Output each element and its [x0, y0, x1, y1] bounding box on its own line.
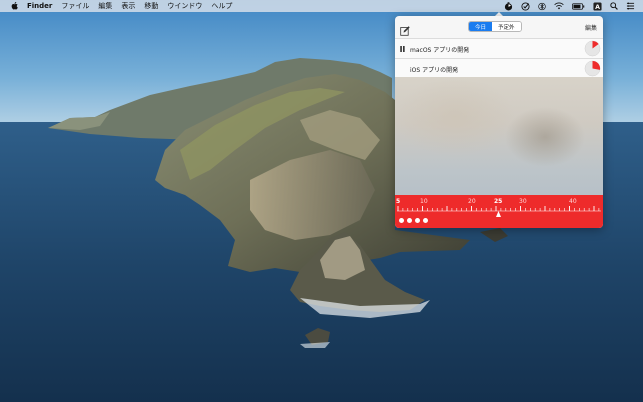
- menu-go[interactable]: 移動: [144, 1, 158, 11]
- blurred-background-area: [395, 77, 603, 195]
- segment-unscheduled[interactable]: 予定外: [492, 22, 521, 31]
- task-label: iOS アプリの開発: [410, 67, 459, 74]
- timer-app-icon[interactable]: [504, 1, 513, 11]
- session-dot: [423, 218, 428, 223]
- timeline-label: 40: [569, 198, 577, 205]
- edit-button[interactable]: 編集: [585, 23, 597, 32]
- day-segmented-control: 今日 予定外: [468, 21, 522, 32]
- timeline-label: 20: [468, 198, 476, 205]
- task-progress-pie-icon: [584, 40, 601, 59]
- timeline-label: 10: [420, 198, 428, 205]
- checkmark-circle-icon[interactable]: [521, 1, 530, 11]
- battery-icon[interactable]: [572, 2, 585, 10]
- apple-menu-icon[interactable]: [11, 2, 19, 10]
- input-source-letter: A: [595, 3, 600, 10]
- session-dot: [407, 218, 412, 223]
- menu-bar-status-area: A: [504, 0, 643, 12]
- session-dot: [399, 218, 404, 223]
- input-source-icon[interactable]: A: [593, 1, 602, 11]
- timeline-label: 30: [519, 198, 527, 205]
- menu-edit[interactable]: 編集: [98, 1, 112, 11]
- timeline-current-label: 25: [494, 198, 503, 205]
- control-center-icon[interactable]: [626, 2, 635, 10]
- task-row[interactable]: macOS アプリの開発: [395, 38, 603, 58]
- segment-today[interactable]: 今日: [469, 22, 493, 31]
- timeline-current-marker[interactable]: [496, 211, 501, 217]
- task-row[interactable]: iOS アプリの開発: [395, 58, 603, 78]
- timer-popover: 今日 予定外 編集 macOS アプリの開発 iOS アプリの開発 5 10 2…: [395, 16, 603, 228]
- popover-toolbar: 今日 予定外 編集: [395, 16, 603, 38]
- app-name-menu[interactable]: Finder: [27, 2, 52, 10]
- menu-window[interactable]: ウインドウ: [167, 1, 202, 11]
- session-dot: [415, 218, 420, 223]
- task-label: macOS アプリの開発: [410, 47, 470, 54]
- menu-file[interactable]: ファイル: [61, 1, 89, 11]
- menu-help[interactable]: ヘルプ: [211, 1, 232, 11]
- wifi-icon[interactable]: [554, 2, 564, 10]
- menu-view[interactable]: 表示: [121, 1, 135, 11]
- session-dots: [399, 218, 431, 223]
- spotlight-icon[interactable]: [610, 2, 618, 10]
- timeline-label: 5: [396, 198, 401, 205]
- menu-bar: Finder ファイル 編集 表示 移動 ウインドウ ヘルプ A: [0, 0, 643, 12]
- pause-icon[interactable]: [400, 46, 405, 54]
- timeline-ruler[interactable]: 5 10 20 25 30 40: [395, 195, 603, 228]
- bluetooth-icon[interactable]: [538, 2, 546, 11]
